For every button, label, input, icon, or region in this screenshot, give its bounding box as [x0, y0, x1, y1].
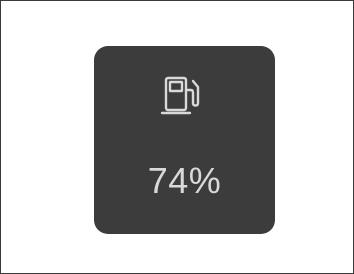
fuel-level-value: 74%: [147, 160, 222, 201]
widget-frame: 74%: [0, 0, 354, 274]
fuel-level-tile[interactable]: 74%: [94, 46, 275, 234]
fuel-pump-icon: [160, 76, 200, 115]
